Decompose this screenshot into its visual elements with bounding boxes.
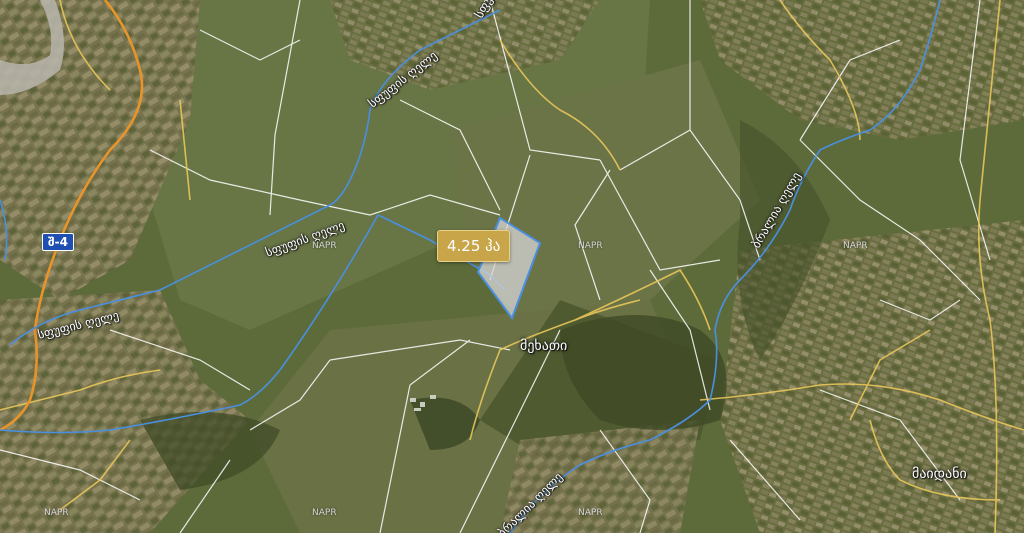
cadastre-label: NAPR [312, 508, 337, 518]
place-label: მაიდანი [912, 466, 967, 482]
cadastre-label: NAPR [312, 241, 337, 251]
road-shield: შ-4 [42, 233, 74, 251]
place-label: მეხათი [520, 338, 568, 354]
cadastre-label: NAPR [44, 508, 69, 518]
area-measure-badge[interactable]: 4.25 ჰა [437, 230, 511, 262]
cadastre-label: NAPR [578, 508, 603, 518]
satellite-imagery [0, 0, 1024, 533]
cadastre-label: NAPR [578, 241, 603, 251]
map-view[interactable]: სფუფის ღელე სფუფის ღელე სფუფის ღელე სფუფ… [0, 0, 1024, 533]
cadastre-label: NAPR [843, 241, 868, 251]
